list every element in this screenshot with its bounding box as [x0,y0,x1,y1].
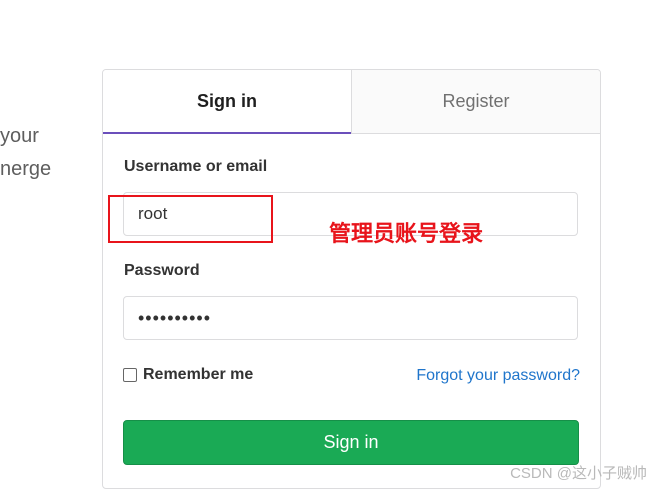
annotation-highlight-box [108,195,273,243]
sign-in-button[interactable]: Sign in [123,420,579,465]
left-text-line-2: nerge [0,158,52,180]
annotation-label: 管理员账号登录 [329,221,484,246]
login-card: Sign in Register Username or email root … [102,69,601,489]
password-input[interactable]: •••••••••• [123,296,578,340]
watermark: CSDN @这小子贼帅 [510,465,647,482]
username-label: Username or email [124,158,268,175]
login-page: your nerge Sign in Register Username or … [0,0,659,491]
remember-checkbox[interactable] [123,368,137,382]
remember-label: Remember me [143,366,254,383]
left-text-line-1: your [0,125,39,147]
tab-sign-in[interactable]: Sign in [103,70,351,134]
password-label: Password [124,262,200,279]
forgot-password-link[interactable]: Forgot your password? [416,367,580,385]
left-description: your nerge [0,120,51,186]
auth-tabs: Sign in Register [103,70,600,134]
remember-me[interactable]: Remember me [123,366,253,384]
tab-register[interactable]: Register [351,70,600,133]
